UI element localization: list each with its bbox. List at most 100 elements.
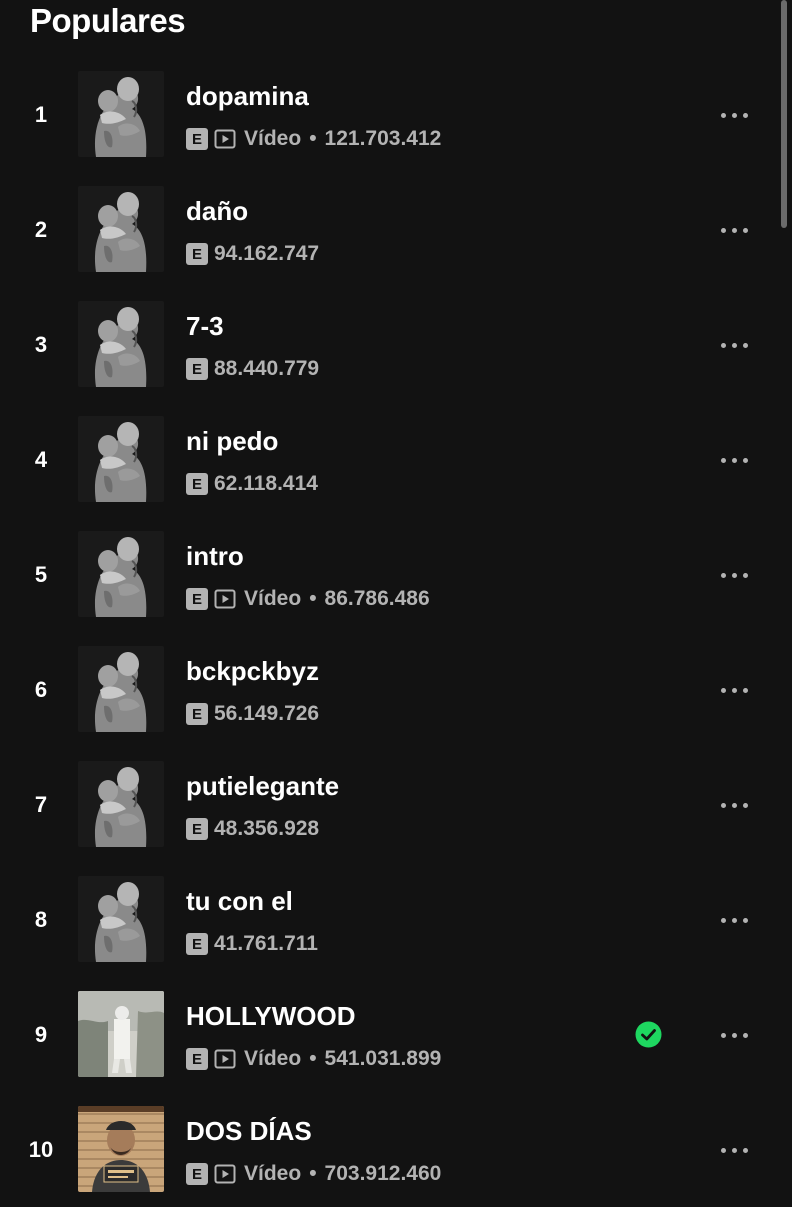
more-options-button[interactable]: [712, 555, 756, 595]
dot: [720, 112, 726, 118]
separator: •: [309, 1047, 317, 1070]
play-count: 41.761.711: [214, 932, 318, 955]
track-meta: E 48.356.928: [186, 817, 319, 841]
track-meta: E Vídeo • 541.031.899: [186, 1047, 441, 1071]
track-number: 5: [34, 561, 48, 587]
dot: [742, 802, 748, 808]
cover-art[interactable]: [78, 301, 164, 387]
dot: [720, 802, 726, 808]
explicit-badge: E: [186, 703, 208, 725]
track-title[interactable]: 7-3: [186, 311, 224, 342]
track-row[interactable]: 1 dopamina E Vídeo • 121.703.412: [0, 57, 792, 172]
dot: [731, 1032, 737, 1038]
more-options-button[interactable]: [712, 900, 756, 940]
cover-art[interactable]: [78, 186, 164, 272]
track-row[interactable]: 7 putielegante E 48.356.928: [0, 747, 792, 862]
track-row[interactable]: 8 tu con el E 41.761.711: [0, 862, 792, 977]
track-title[interactable]: putielegante: [186, 771, 339, 802]
cover-art[interactable]: [78, 876, 164, 962]
more-options-button[interactable]: [712, 440, 756, 480]
track-list: 1 dopamina E Vídeo • 121.703.412 2 daño E 94.162.…: [0, 57, 792, 1207]
track-row[interactable]: 6 bckpckbyz E 56.149.726: [0, 632, 792, 747]
cover-art[interactable]: [78, 991, 164, 1077]
dot: [742, 112, 748, 118]
track-number: 9: [34, 1021, 48, 1047]
dot: [742, 227, 748, 233]
track-title[interactable]: bckpckbyz: [186, 656, 319, 687]
track-title[interactable]: DOS DÍAS: [186, 1116, 312, 1147]
more-options-button[interactable]: [712, 210, 756, 250]
cover-art[interactable]: [78, 416, 164, 502]
dot: [742, 457, 748, 463]
cover-art[interactable]: [78, 761, 164, 847]
video-icon: [214, 1048, 236, 1070]
play-count: 62.118.414: [214, 472, 318, 495]
explicit-badge: E: [186, 818, 208, 840]
explicit-badge: E: [186, 128, 208, 150]
explicit-badge: E: [186, 588, 208, 610]
dot: [742, 342, 748, 348]
cover-art[interactable]: [78, 1106, 164, 1192]
dot: [742, 1032, 748, 1038]
dot: [731, 572, 737, 578]
dot: [731, 687, 737, 693]
dot: [720, 917, 726, 923]
track-title[interactable]: tu con el: [186, 886, 293, 917]
dot: [742, 917, 748, 923]
cover-art[interactable]: [78, 531, 164, 617]
explicit-badge: E: [186, 1163, 208, 1185]
play-count: 48.356.928: [214, 817, 320, 840]
video-label: Vídeo: [244, 127, 302, 150]
video-label: Vídeo: [244, 1162, 302, 1185]
track-row[interactable]: 3 7-3 E 88.440.779: [0, 287, 792, 402]
separator: •: [309, 127, 317, 150]
dot: [720, 227, 726, 233]
track-meta: E 62.118.414: [186, 472, 318, 496]
more-options-button[interactable]: [712, 95, 756, 135]
track-title[interactable]: ni pedo: [186, 426, 278, 457]
track-number: 8: [34, 906, 48, 932]
track-number: 6: [34, 676, 48, 702]
more-options-button[interactable]: [712, 670, 756, 710]
track-meta: E Vídeo • 86.786.486: [186, 587, 430, 611]
explicit-badge: E: [186, 933, 208, 955]
track-row[interactable]: 9 HOLLYWOOD E Vídeo • 541.031.899: [0, 977, 792, 1092]
explicit-badge: E: [186, 358, 208, 380]
play-count: 541.031.899: [324, 1047, 442, 1070]
track-number: 4: [34, 446, 48, 472]
track-meta: E 94.162.747: [186, 242, 319, 266]
track-row[interactable]: 2 daño E 94.162.747: [0, 172, 792, 287]
saved-check-icon[interactable]: [635, 1021, 662, 1048]
dot: [731, 917, 737, 923]
dot: [731, 457, 737, 463]
track-row[interactable]: 5 intro E Vídeo • 86.786.486: [0, 517, 792, 632]
track-number: 2: [34, 216, 48, 242]
video-icon: [214, 588, 236, 610]
track-title[interactable]: dopamina: [186, 81, 309, 112]
track-title[interactable]: daño: [186, 196, 248, 227]
more-options-button[interactable]: [712, 325, 756, 365]
section-title: Populares: [30, 2, 186, 39]
track-number: 10: [28, 1136, 54, 1162]
more-options-button[interactable]: [712, 785, 756, 825]
more-options-button[interactable]: [712, 1015, 756, 1055]
track-row[interactable]: 4 ni pedo E 62.118.414: [0, 402, 792, 517]
video-icon: [214, 1163, 236, 1185]
explicit-badge: E: [186, 473, 208, 495]
track-title[interactable]: HOLLYWOOD: [186, 1001, 355, 1032]
dot: [731, 1147, 737, 1153]
dot: [742, 1147, 748, 1153]
play-count: 56.149.726: [214, 702, 320, 725]
track-meta: E Vídeo • 703.912.460: [186, 1162, 441, 1186]
more-options-button[interactable]: [712, 1130, 756, 1170]
dot: [720, 342, 726, 348]
track-meta: E 56.149.726: [186, 702, 319, 726]
dot: [720, 457, 726, 463]
play-count: 88.440.779: [214, 357, 320, 380]
track-row[interactable]: 10 DOS DÍAS E Vídeo • 703.912.460: [0, 1092, 792, 1207]
track-title[interactable]: intro: [186, 541, 244, 572]
cover-art[interactable]: [78, 71, 164, 157]
cover-art[interactable]: [78, 646, 164, 732]
dot: [731, 112, 737, 118]
dot: [742, 572, 748, 578]
